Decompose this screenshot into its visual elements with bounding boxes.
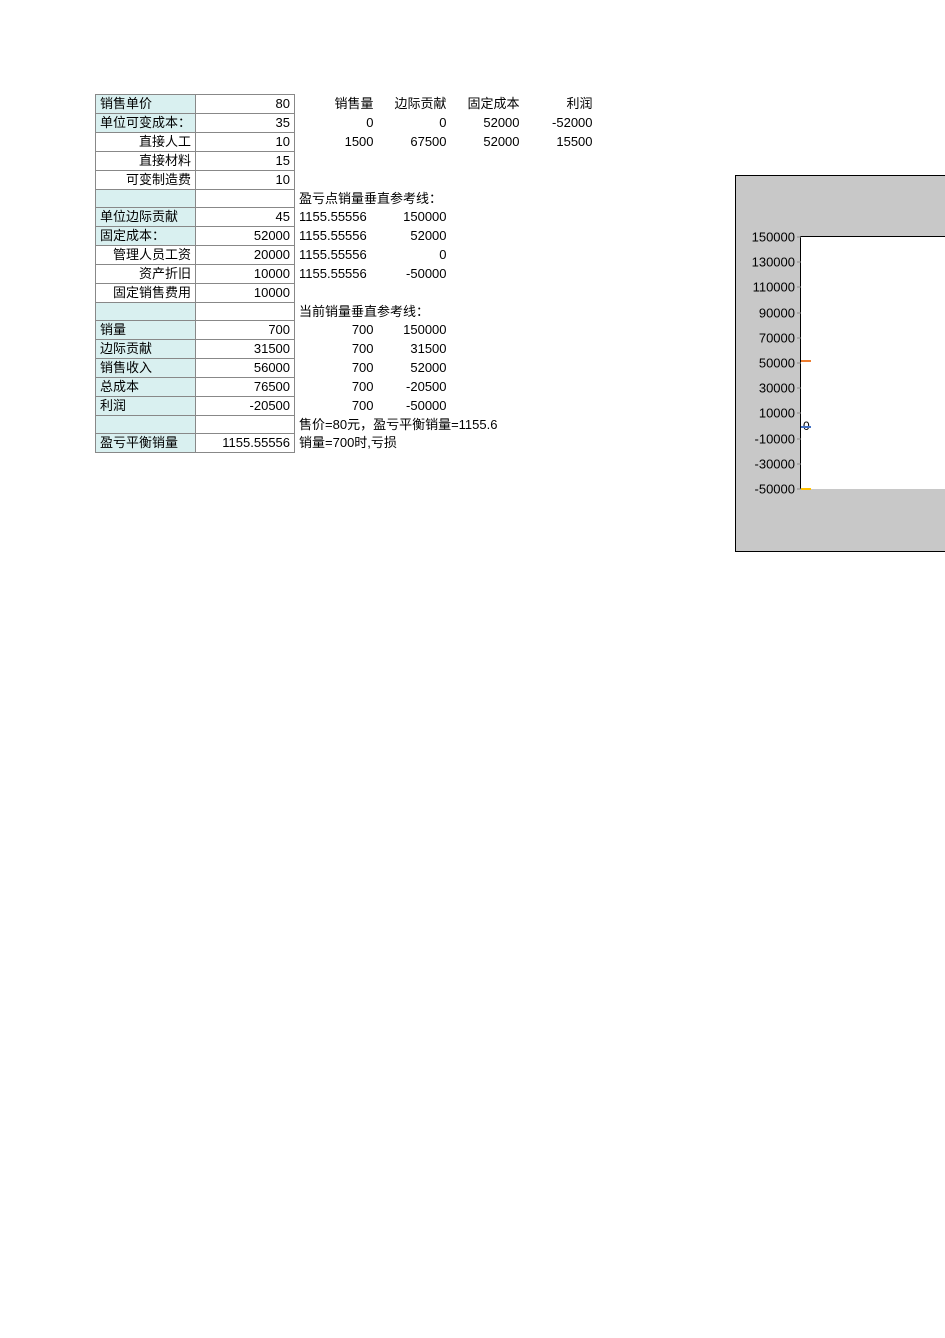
cell-value[interactable]: 1155.55556 xyxy=(295,265,378,284)
cell-value[interactable]: -20500 xyxy=(196,397,295,416)
cell-value[interactable]: 1155.55556 xyxy=(295,246,378,265)
cell-label[interactable]: 直接人工 xyxy=(96,133,196,152)
cell-label[interactable]: 单位可变成本： xyxy=(96,114,196,133)
col-header[interactable]: 销售量 xyxy=(295,95,378,114)
cell-label[interactable]: 直接材料 xyxy=(96,152,196,171)
cell-value[interactable]: 0 xyxy=(295,114,378,133)
cell-value[interactable]: 10 xyxy=(196,133,295,152)
cell-value[interactable]: 150000 xyxy=(378,321,451,340)
cell-value[interactable]: -20500 xyxy=(378,378,451,397)
cell-label[interactable]: 盈亏平衡销量 xyxy=(96,434,196,453)
cell-value[interactable]: 700 xyxy=(295,321,378,340)
cell-value[interactable]: 31500 xyxy=(378,340,451,359)
cell-value[interactable]: 10000 xyxy=(196,284,295,303)
cell-value[interactable]: 1155.55556 xyxy=(196,434,295,453)
cell-value[interactable]: 700 xyxy=(196,321,295,340)
cell-value[interactable]: 80 xyxy=(196,95,295,114)
y-tick-label: -30000 xyxy=(755,456,795,471)
cell-value[interactable]: 31500 xyxy=(196,340,295,359)
breakeven-chart[interactable]: ▲ ▼ 150000 130000 110000 90000 70000 500… xyxy=(735,175,945,552)
plot-area: 150000 130000 110000 90000 70000 50000 3… xyxy=(800,236,945,489)
y-tick-label: 110000 xyxy=(753,280,795,295)
cell-value[interactable]: 0 xyxy=(378,114,451,133)
cell-value[interactable]: 20000 xyxy=(196,246,295,265)
cell-value[interactable]: 35 xyxy=(196,114,295,133)
cell-value[interactable]: -52000 xyxy=(524,114,597,133)
cell-value[interactable]: 52000 xyxy=(378,359,451,378)
cell-value[interactable]: 1500 xyxy=(295,133,378,152)
cell-label[interactable]: 单位边际贡献 xyxy=(96,208,196,227)
y-tick-label: 70000 xyxy=(759,330,795,345)
section-header[interactable]: 盈亏点销量垂直参考线： xyxy=(295,190,597,208)
cell-value[interactable]: 10000 xyxy=(196,265,295,284)
cell-value[interactable]: 700 xyxy=(295,359,378,378)
cell-value[interactable]: 0 xyxy=(378,246,451,265)
y-tick-label: 10000 xyxy=(759,406,795,421)
y-tick-label: 90000 xyxy=(759,305,795,320)
cell-label[interactable]: 利润 xyxy=(96,397,196,416)
formula-text[interactable]: 销量=700时,亏损 xyxy=(295,434,597,453)
cell-value[interactable]: 67500 xyxy=(378,133,451,152)
cell-value[interactable]: 10 xyxy=(196,171,295,190)
cell-value[interactable]: 76500 xyxy=(196,378,295,397)
cell-value[interactable]: 700 xyxy=(295,378,378,397)
y-tick-label: 50000 xyxy=(759,356,795,371)
cell-value[interactable]: 15 xyxy=(196,152,295,171)
y-tick-label: 150000 xyxy=(752,230,795,245)
cell-value[interactable]: 1155.55556 xyxy=(295,227,378,246)
cell-value[interactable]: 150000 xyxy=(378,208,451,227)
series-fixed-cost xyxy=(801,360,811,362)
cell-label[interactable]: 边际贡献 xyxy=(96,340,196,359)
cell-label[interactable]: 总成本 xyxy=(96,378,196,397)
col-header[interactable]: 固定成本 xyxy=(451,95,524,114)
cell-label[interactable]: 资产折旧 xyxy=(96,265,196,284)
cell-value[interactable]: 52000 xyxy=(451,114,524,133)
cell-value[interactable]: 700 xyxy=(295,397,378,416)
y-tick-label: 130000 xyxy=(752,255,795,270)
cell-value[interactable]: 700 xyxy=(295,340,378,359)
section-header[interactable]: 当前销量垂直参考线： xyxy=(295,303,597,321)
col-header[interactable]: 利润 xyxy=(524,95,597,114)
formula-text[interactable]: 售价=80元，盈亏平衡销量=1155.6 xyxy=(295,416,597,434)
col-header[interactable]: 边际贡献 xyxy=(378,95,451,114)
cell-value[interactable]: 52000 xyxy=(196,227,295,246)
cell-label[interactable]: 销售单价 xyxy=(96,95,196,114)
spreadsheet-grid[interactable]: 销售单价 80 销售量 边际贡献 固定成本 利润 单位可变成本： 35 0 0 … xyxy=(95,94,597,453)
cell-value[interactable]: 56000 xyxy=(196,359,295,378)
cell-label[interactable]: 销售收入 xyxy=(96,359,196,378)
y-tick-label: 30000 xyxy=(759,381,795,396)
cell-label[interactable]: 管理人员工资 xyxy=(96,246,196,265)
cell-value[interactable]: -50000 xyxy=(378,265,451,284)
cell-label[interactable]: 固定销售费用 xyxy=(96,284,196,303)
series-contribution xyxy=(801,426,811,428)
cell-value[interactable]: -50000 xyxy=(378,397,451,416)
series-profit xyxy=(801,488,811,490)
cell-label[interactable]: 固定成本： xyxy=(96,227,196,246)
cell-value[interactable]: 1155.55556 xyxy=(295,208,378,227)
y-tick-label: -10000 xyxy=(755,431,795,446)
cell-value[interactable]: 15500 xyxy=(524,133,597,152)
y-tick-label: -50000 xyxy=(755,482,795,497)
cell-label[interactable]: 可变制造费 xyxy=(96,171,196,190)
cell-value[interactable]: 52000 xyxy=(451,133,524,152)
cell-label[interactable]: 销量 xyxy=(96,321,196,340)
cell-value[interactable]: 45 xyxy=(196,208,295,227)
cell-value[interactable]: 52000 xyxy=(378,227,451,246)
